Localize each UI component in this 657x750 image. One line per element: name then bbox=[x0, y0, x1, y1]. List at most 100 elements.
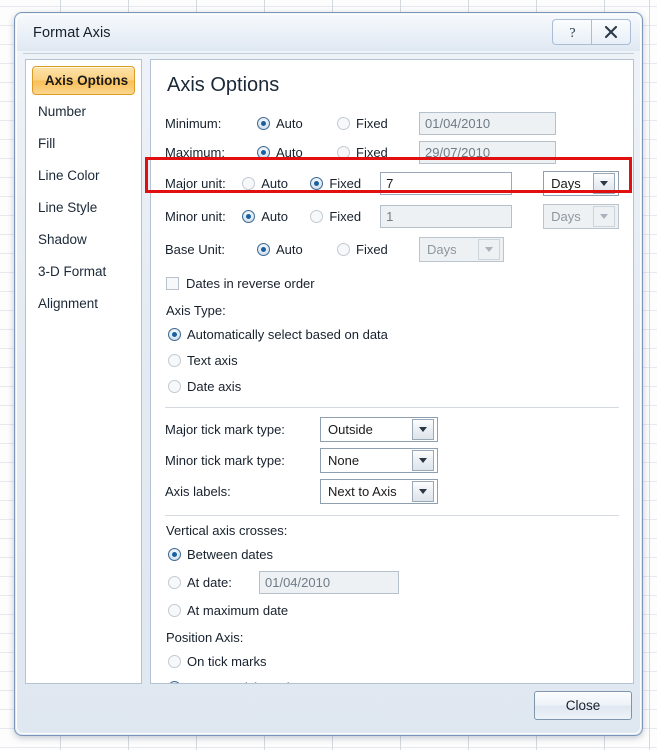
major-unit-unit-dropdown[interactable]: Days bbox=[543, 171, 619, 196]
radio-dot-icon bbox=[168, 603, 181, 617]
chevron-down-icon[interactable] bbox=[412, 419, 434, 440]
sidebar-item-label: Shadow bbox=[38, 231, 87, 247]
major-unit-auto-radio[interactable]: Auto bbox=[242, 176, 304, 191]
chevron-down-icon[interactable] bbox=[478, 239, 500, 260]
sidebar-item-label: Line Color bbox=[38, 167, 100, 183]
help-button[interactable]: ? bbox=[552, 19, 591, 45]
axis-type-text-radio[interactable]: Text axis bbox=[168, 353, 238, 368]
minimum-fixed-radio[interactable]: Fixed bbox=[337, 116, 413, 131]
chevron-down-icon[interactable] bbox=[592, 173, 615, 194]
axis-type-date-label: Date axis bbox=[187, 378, 242, 394]
maximum-fixed-label: Fixed bbox=[356, 145, 388, 160]
radio-dot-icon bbox=[337, 146, 350, 159]
radio-dot-icon bbox=[168, 654, 181, 668]
sidebar-item-label: Axis Options bbox=[44, 73, 129, 88]
maximum-auto-radio[interactable]: Auto bbox=[257, 145, 331, 160]
minor-unit-fixed-radio[interactable]: Fixed bbox=[310, 209, 374, 224]
at-date-radio[interactable]: At date: bbox=[168, 575, 253, 590]
chevron-down-icon[interactable] bbox=[412, 450, 434, 471]
minor-tick-value: None bbox=[328, 453, 360, 468]
axis-type-option-automatic[interactable]: Automatically select based on data bbox=[168, 321, 619, 347]
radio-dot-icon bbox=[257, 146, 270, 159]
major-tick-label: Major tick mark type: bbox=[165, 422, 285, 437]
major-unit-row: Major unit: Auto Fixed 7 Days bbox=[165, 167, 619, 200]
vertical-axis-option-between-dates[interactable]: Between dates bbox=[168, 541, 619, 567]
minor-tick-label: Minor tick mark type: bbox=[165, 453, 285, 468]
radio-dot-icon bbox=[242, 210, 256, 223]
major-unit-label: Major unit: bbox=[165, 176, 226, 191]
minor-unit-value-input[interactable]: 1 bbox=[380, 205, 513, 228]
maximum-value-input[interactable]: 29/07/2010 bbox=[419, 141, 556, 164]
dates-reverse-order-checkbox[interactable]: Dates in reverse order bbox=[166, 270, 619, 296]
position-axis-option-between-tick-marks[interactable]: Between tick marks bbox=[168, 674, 619, 684]
radio-dot-icon bbox=[257, 117, 270, 130]
at-date-label: At date: bbox=[187, 574, 232, 590]
axis-type-option-date[interactable]: Date axis bbox=[168, 373, 619, 399]
base-unit-fixed-label: Fixed bbox=[356, 242, 388, 257]
minor-unit-fixed-label: Fixed bbox=[329, 209, 362, 224]
checkbox-icon bbox=[166, 276, 179, 290]
between-dates-radio[interactable]: Between dates bbox=[168, 547, 273, 562]
sidebar-item-number[interactable]: Number bbox=[26, 95, 141, 127]
axis-type-date-radio[interactable]: Date axis bbox=[168, 379, 241, 394]
major-unit-fixed-radio[interactable]: Fixed bbox=[310, 176, 374, 191]
radio-dot-icon bbox=[337, 117, 350, 130]
major-unit-value-input[interactable]: 7 bbox=[380, 172, 513, 195]
radio-dot-icon bbox=[337, 243, 350, 256]
axis-type-label: Axis Type: bbox=[166, 303, 226, 318]
position-axis-option-on-tick-marks[interactable]: On tick marks bbox=[168, 648, 619, 674]
at-maximum-date-radio[interactable]: At maximum date bbox=[168, 603, 288, 618]
minor-tick-row: Minor tick mark type: None bbox=[165, 445, 619, 476]
minor-unit-unit-dropdown[interactable]: Days bbox=[543, 204, 619, 229]
dialog-footer: Close bbox=[25, 685, 632, 725]
sidebar-item-label: Line Style bbox=[38, 199, 98, 215]
chevron-down-icon[interactable] bbox=[592, 206, 615, 227]
close-button[interactable]: Close bbox=[534, 690, 632, 720]
sidebar-item-3d-format[interactable]: 3-D Format bbox=[26, 255, 141, 287]
close-icon[interactable] bbox=[591, 19, 631, 45]
minimum-value: 01/04/2010 bbox=[425, 116, 491, 131]
category-sidebar: Axis Options Number Fill Line Color Line… bbox=[25, 59, 142, 684]
sidebar-item-fill[interactable]: Fill bbox=[26, 127, 141, 159]
minor-tick-dropdown[interactable]: None bbox=[320, 448, 438, 473]
vertical-axis-option-at-maximum-date[interactable]: At maximum date bbox=[168, 597, 619, 623]
minor-unit-auto-radio[interactable]: Auto bbox=[242, 209, 304, 224]
sidebar-item-shadow[interactable]: Shadow bbox=[26, 223, 141, 255]
vertical-axis-crosses-label: Vertical axis crosses: bbox=[166, 523, 288, 538]
minimum-value-input[interactable]: 01/04/2010 bbox=[419, 112, 556, 135]
sidebar-item-axis-options[interactable]: Axis Options bbox=[32, 66, 135, 95]
axis-type-option-text[interactable]: Text axis bbox=[168, 347, 619, 373]
major-unit-fixed-label: Fixed bbox=[329, 176, 362, 191]
axis-labels-dropdown[interactable]: Next to Axis bbox=[320, 479, 438, 504]
sidebar-item-line-style[interactable]: Line Style bbox=[26, 191, 141, 223]
minimum-fixed-label: Fixed bbox=[356, 116, 388, 131]
on-tick-marks-radio[interactable]: On tick marks bbox=[168, 654, 266, 669]
axis-labels-row: Axis labels: Next to Axis bbox=[165, 476, 619, 507]
radio-dot-icon bbox=[310, 177, 324, 190]
chevron-down-icon[interactable] bbox=[412, 481, 434, 502]
major-unit-unit-value: Days bbox=[551, 176, 581, 191]
between-tick-marks-radio[interactable]: Between tick marks bbox=[168, 680, 300, 684]
maximum-label: Maximum: bbox=[165, 145, 225, 160]
minimum-auto-radio[interactable]: Auto bbox=[257, 116, 331, 131]
minor-unit-row: Minor unit: Auto Fixed 1 Days bbox=[165, 200, 619, 233]
base-unit-row: Base Unit: Auto Fixed Days bbox=[165, 233, 619, 266]
between-tick-marks-label: Between tick marks bbox=[187, 680, 300, 684]
radio-dot-icon bbox=[168, 379, 181, 393]
radio-dot-icon bbox=[310, 210, 324, 223]
vertical-axis-option-at-date: At date: 01/04/2010 bbox=[168, 567, 619, 597]
at-date-input[interactable]: 01/04/2010 bbox=[259, 570, 399, 594]
major-tick-dropdown[interactable]: Outside bbox=[320, 417, 438, 442]
on-tick-marks-label: On tick marks bbox=[187, 653, 267, 669]
base-unit-auto-radio[interactable]: Auto bbox=[257, 242, 331, 257]
sidebar-item-alignment[interactable]: Alignment bbox=[26, 287, 141, 319]
base-unit-fixed-radio[interactable]: Fixed bbox=[337, 242, 413, 257]
separator-above-tick-marks bbox=[165, 407, 619, 408]
major-tick-value: Outside bbox=[328, 422, 373, 437]
axis-type-automatic-radio[interactable]: Automatically select based on data bbox=[168, 327, 388, 342]
maximum-auto-label: Auto bbox=[276, 145, 303, 160]
sidebar-item-line-color[interactable]: Line Color bbox=[26, 159, 141, 191]
base-unit-dropdown[interactable]: Days bbox=[419, 237, 504, 262]
radio-dot-icon bbox=[168, 547, 181, 561]
maximum-fixed-radio[interactable]: Fixed bbox=[337, 145, 413, 160]
